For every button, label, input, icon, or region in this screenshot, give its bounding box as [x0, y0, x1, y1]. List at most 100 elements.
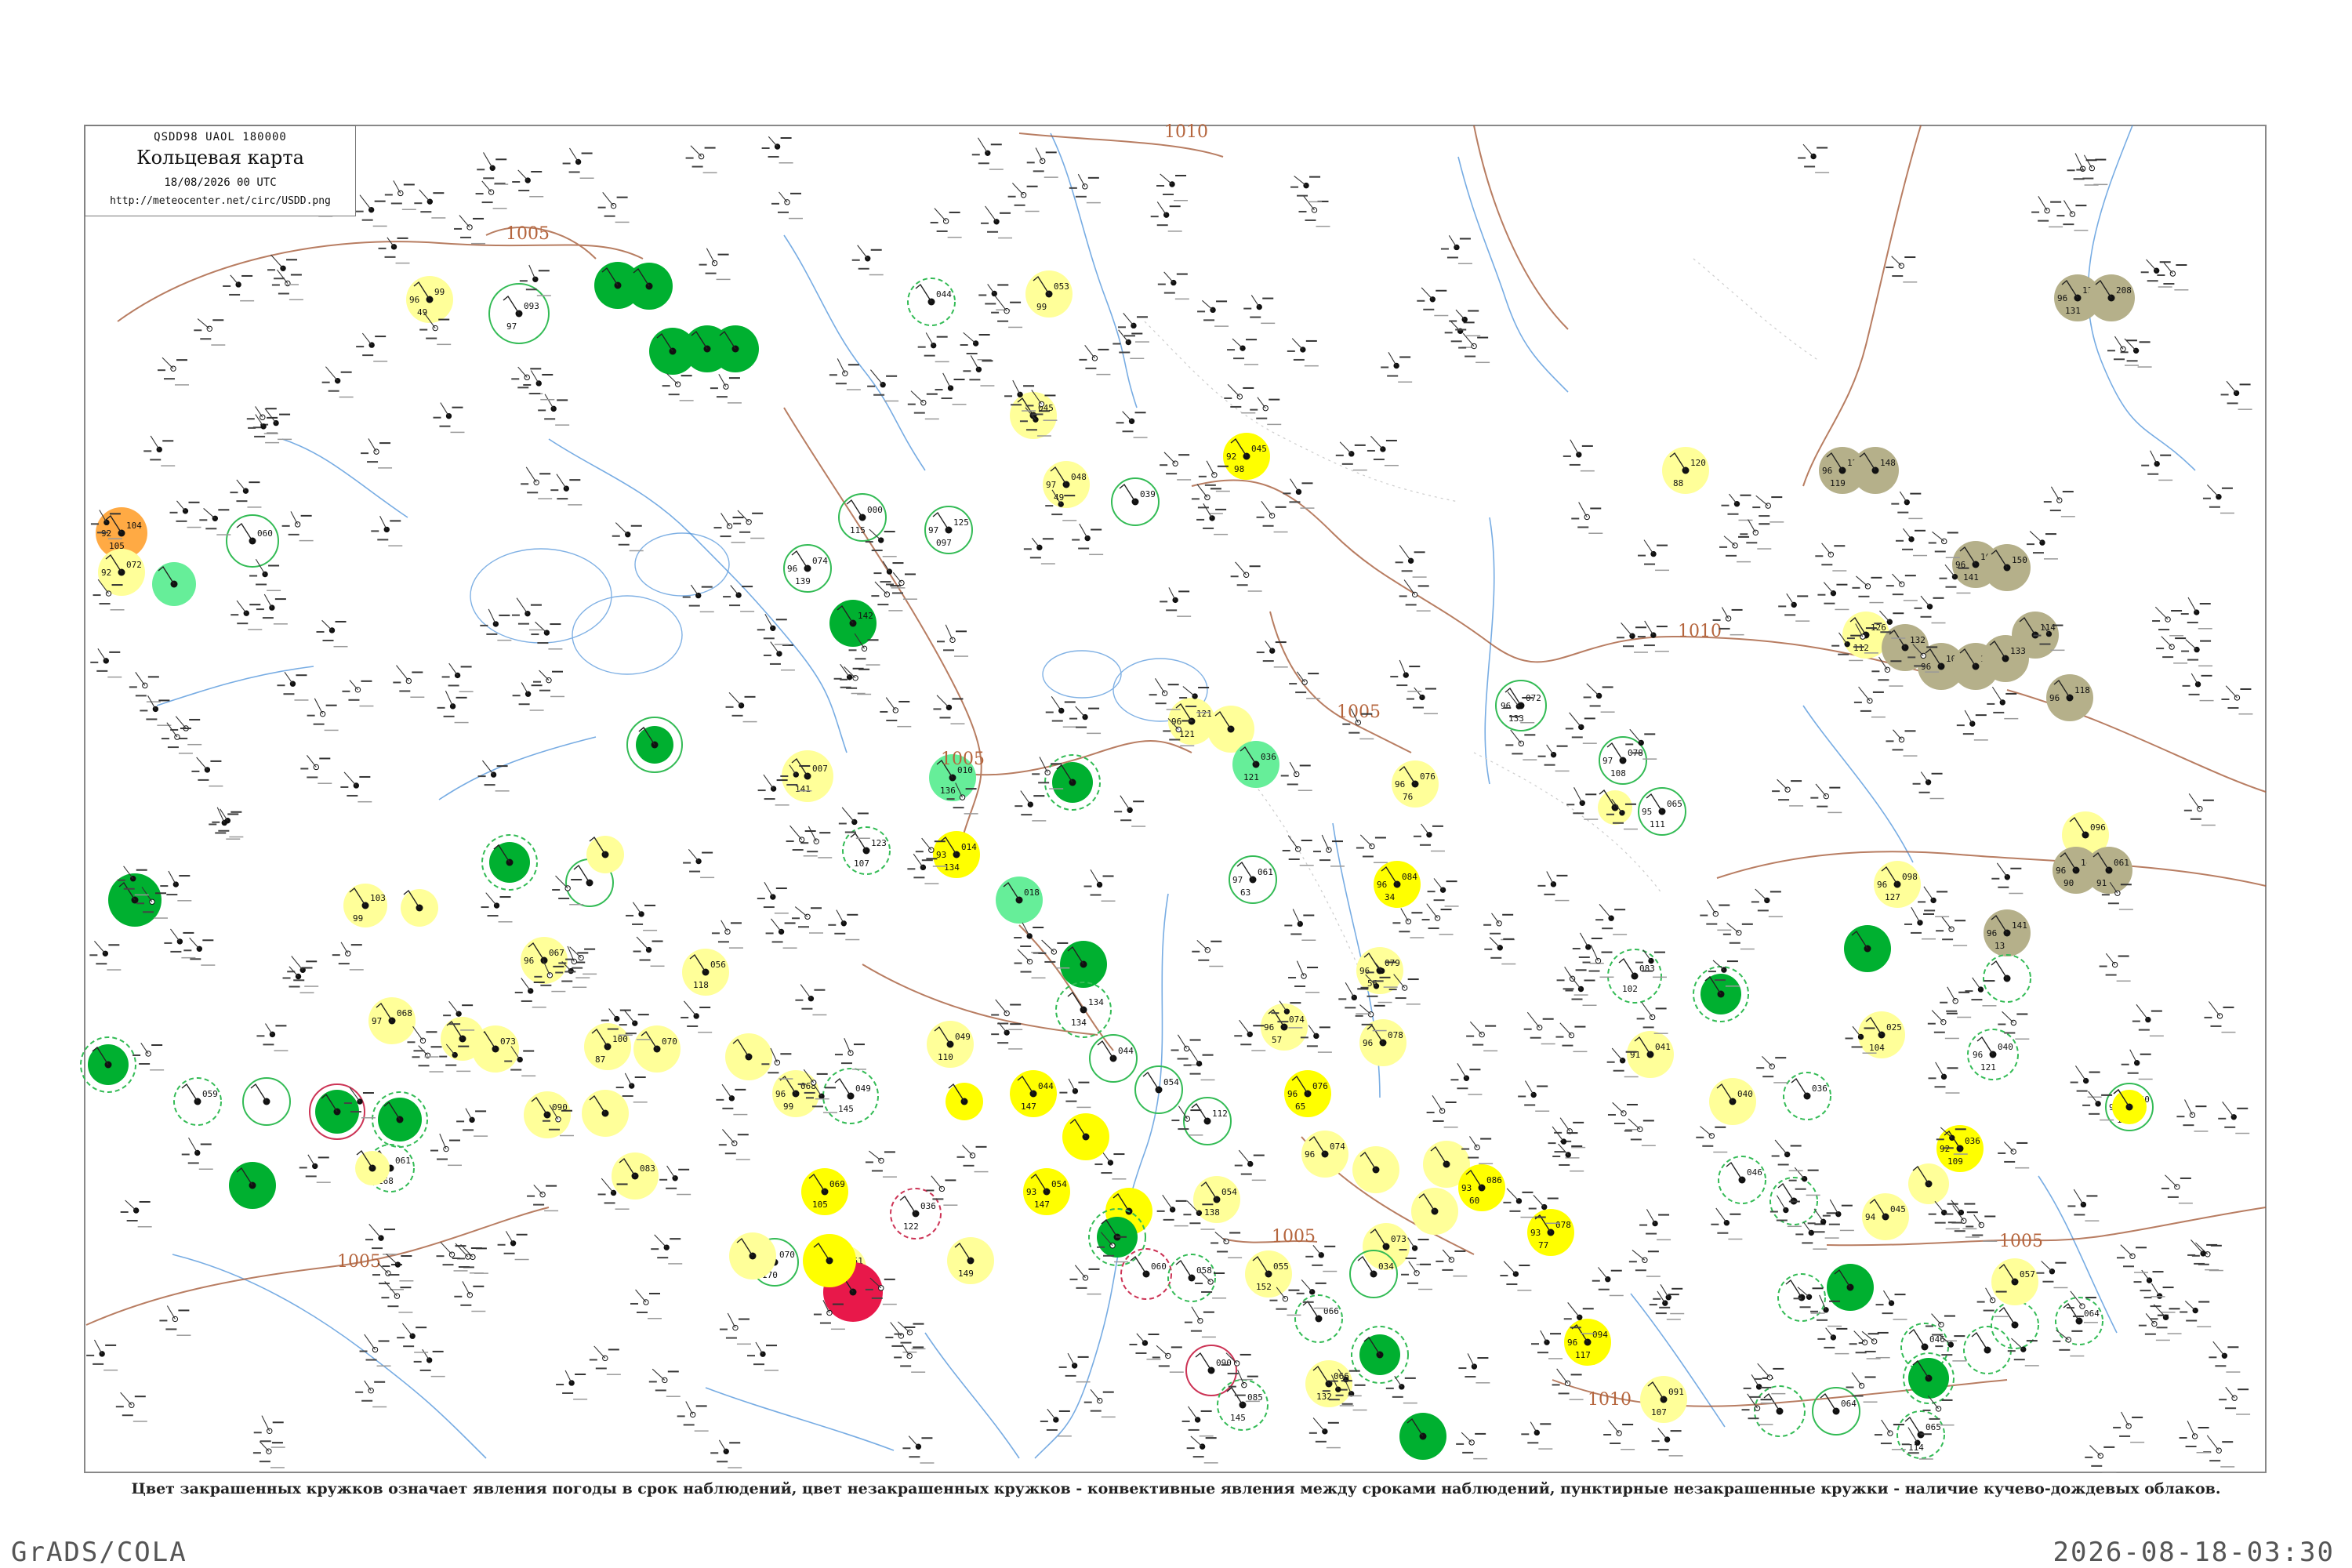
station-marker: 10399 — [343, 884, 387, 927]
plot-number-mark — [1657, 544, 1668, 546]
station-name-mark — [1713, 1151, 1728, 1153]
plot-number-mark — [1192, 950, 1200, 953]
plot-number-mark — [1624, 1130, 1632, 1132]
dewpoint-value: 97 — [506, 321, 517, 332]
plot-number-mark — [747, 1355, 756, 1357]
plot-number-mark — [1163, 292, 1175, 294]
station-name-mark — [2149, 1035, 2164, 1037]
station-marker: 083 — [612, 1152, 659, 1200]
pressure-value: 069 — [829, 1179, 845, 1189]
station-name-mark — [891, 587, 906, 589]
plot-number-mark — [757, 789, 766, 792]
station-name-mark — [1244, 364, 1259, 365]
plot-number-mark — [157, 369, 165, 372]
plot-number-mark — [533, 1203, 545, 1206]
station-name-mark — [1983, 1240, 1998, 1242]
station-dot — [975, 366, 982, 372]
station-dot — [426, 1357, 433, 1363]
plot-number-mark — [1603, 1433, 1612, 1436]
station-name-mark — [775, 804, 789, 806]
plot-number-mark — [1458, 347, 1467, 349]
plot-number-mark — [2053, 1340, 2061, 1342]
pressure-value: 120 — [1690, 458, 1706, 468]
plot-number-mark — [271, 284, 280, 286]
plot-number-mark — [439, 1055, 448, 1058]
plot-number-mark — [286, 259, 298, 261]
plot-number-mark — [1512, 753, 1523, 755]
plot-number-mark — [717, 941, 729, 943]
station-name-mark — [1443, 1126, 1458, 1128]
plot-number-mark — [2125, 339, 2137, 342]
plot-number-mark — [361, 680, 372, 682]
station-name-mark — [1824, 1237, 1839, 1239]
plot-number-mark — [1417, 299, 1425, 302]
station-name-mark — [1347, 1395, 1362, 1397]
plot-number-mark — [604, 215, 615, 217]
plot-number-mark — [265, 408, 277, 410]
plot-number-mark — [1798, 157, 1806, 159]
station-marker — [582, 1090, 629, 1137]
station-name-mark — [551, 990, 566, 993]
plot-number-mark — [1740, 533, 1748, 535]
plot-number-mark — [348, 699, 360, 701]
plot-number-mark — [126, 1219, 138, 1221]
plot-number-mark — [670, 1238, 681, 1240]
plot-number-mark — [744, 695, 756, 698]
plot-number-mark — [913, 877, 925, 879]
plot-number-mark — [1892, 275, 1904, 278]
plot-number-mark — [1920, 615, 1932, 618]
plot-number-mark — [2103, 1446, 2115, 1448]
station-name-mark — [1036, 435, 1051, 437]
plot-number-mark — [1776, 1219, 1788, 1221]
plot-number-mark — [1454, 1250, 1466, 1252]
plot-number-mark — [867, 385, 876, 387]
station-name-mark — [974, 1171, 989, 1173]
plot-number-mark — [786, 840, 794, 843]
station-name-mark — [818, 857, 833, 858]
station-name-mark — [1545, 1222, 1560, 1225]
plot-number-mark — [1284, 924, 1293, 927]
station-name-mark — [2238, 713, 2253, 715]
plot-number-mark — [448, 684, 459, 687]
plot-number-mark — [2210, 1025, 2222, 1027]
station-name-mark — [1548, 1358, 1563, 1359]
plot-number-mark — [1530, 1036, 1541, 1039]
plot-number-mark — [300, 514, 312, 517]
station-name-mark — [1057, 1435, 1072, 1437]
station-name-mark — [1891, 1449, 1906, 1450]
plot-number-mark — [282, 977, 291, 979]
station-dot — [172, 881, 180, 887]
pressure-value: 053 — [1054, 281, 1069, 292]
plot-number-mark — [1565, 989, 1573, 992]
station-dot — [1544, 1339, 1550, 1345]
plot-number-mark — [90, 661, 99, 663]
plot-number-mark — [941, 397, 953, 400]
plot-number-mark — [1202, 1054, 1214, 1056]
plot-number-mark — [1189, 1073, 1201, 1075]
plot-number-mark — [966, 353, 978, 355]
plot-number-mark — [851, 259, 860, 261]
dewpoint-value: 131 — [2065, 306, 2081, 316]
station-dot — [517, 1056, 523, 1063]
pressure-value: 074 — [1289, 1014, 1305, 1025]
plot-number-mark — [1058, 1366, 1067, 1368]
plot-number-mark — [819, 1322, 831, 1324]
plot-number-mark — [1064, 495, 1076, 497]
dewpoint-value: 139 — [795, 576, 811, 586]
station-marker — [729, 1232, 776, 1279]
station-name-mark — [1199, 1435, 1214, 1437]
station-name-mark — [1535, 1110, 1550, 1112]
plot-number-mark — [1995, 1290, 2007, 1293]
pressure-value: 074 — [1330, 1142, 1345, 1152]
isobar-label: 1010 — [1164, 122, 1208, 142]
station-name-mark — [469, 1272, 484, 1274]
station-name-mark — [1773, 1082, 1788, 1083]
plot-number-mark — [1234, 1394, 1246, 1396]
plot-number-mark — [2132, 1416, 2143, 1418]
plot-number-mark — [1306, 1045, 1318, 1047]
station-marker: 018 — [996, 877, 1043, 924]
station-name-mark — [735, 1159, 750, 1160]
pressure-value: 078 — [1555, 1220, 1571, 1230]
station-name-mark — [538, 498, 553, 499]
station-name-mark — [2118, 909, 2133, 910]
